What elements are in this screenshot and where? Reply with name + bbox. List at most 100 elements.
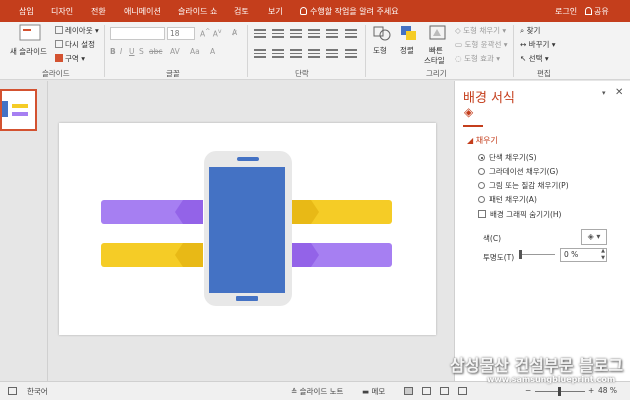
tab-transitions[interactable]: 전환 — [91, 4, 106, 19]
replace-button[interactable]: ↔ 바꾸기 ▾ — [520, 39, 556, 50]
align-left-icon[interactable] — [254, 49, 266, 58]
new-slide-button[interactable]: 새 슬라이드 — [10, 24, 50, 64]
group-label-drawing: 그리기 — [426, 69, 447, 78]
text-direction-icon[interactable] — [345, 29, 357, 38]
zoom-level[interactable]: 48 % — [598, 386, 617, 395]
right-purple-banner[interactable] — [290, 243, 392, 267]
solid-fill-radio[interactable] — [478, 154, 485, 161]
slide-sorter-icon[interactable] — [422, 387, 431, 395]
shape-effects-button[interactable]: ◌ 도형 효과 ▾ — [455, 53, 500, 64]
pane-options-dropdown[interactable]: ▾ — [602, 89, 606, 97]
line-spacing-icon[interactable] — [326, 29, 338, 38]
font-color-button[interactable]: A — [210, 47, 215, 56]
pane-title: 배경 서식 — [463, 91, 515, 106]
numbering-icon[interactable] — [272, 29, 284, 38]
columns-icon[interactable] — [326, 49, 338, 58]
reading-view-icon[interactable] — [440, 387, 449, 395]
shape-outline-button[interactable]: ▭ 도형 윤곽선 ▾ — [455, 39, 508, 50]
share-label: 공유 — [594, 7, 609, 16]
right-yellow-banner[interactable] — [290, 200, 392, 224]
layout-icon — [55, 26, 63, 34]
shape-button[interactable]: 도형 — [370, 24, 394, 66]
slideshow-view-icon[interactable] — [458, 387, 467, 395]
section-button[interactable]: 구역 ▾ — [55, 53, 85, 64]
grow-font-button[interactable]: A^ Av — [200, 28, 222, 39]
pattern-fill-radio[interactable] — [478, 196, 485, 203]
spinner-arrows-icon[interactable]: ▲ ▼ — [601, 248, 605, 262]
color-picker-button[interactable]: ◈ ▾ — [581, 229, 607, 245]
tab-insert[interactable]: 삽입 — [19, 4, 34, 19]
comments-button[interactable]: ▬ 메모 — [362, 386, 385, 397]
zoom-in-button[interactable]: + — [588, 386, 594, 395]
tab-animations[interactable]: 애니메이션 — [124, 4, 161, 19]
format-background-pane: 배경 서식 ▾ ✕ ◈ ◢ 채우기 단색 채우기(S) 그라데이션 채우기(G)… — [454, 81, 630, 381]
normal-view-icon[interactable] — [404, 387, 413, 395]
underline-button[interactable]: U — [129, 47, 135, 56]
slide-thumbnail-1[interactable] — [0, 89, 37, 131]
share-button[interactable]: 공유 — [585, 4, 609, 19]
tab-review[interactable]: 검토 — [234, 4, 249, 19]
tab-view[interactable]: 보기 — [268, 4, 283, 19]
clear-format-button[interactable]: A̷ — [232, 28, 237, 37]
shape-effects-label: 도형 효과 — [463, 54, 494, 63]
hide-graphics-option[interactable]: 배경 그래픽 숨기기(H) — [478, 209, 561, 220]
reset-button[interactable]: 다시 설정 — [55, 39, 95, 50]
slide-canvas[interactable] — [59, 123, 436, 335]
section-label: 구역 — [65, 54, 79, 63]
arrange-button[interactable]: 정렬 — [397, 24, 421, 66]
quick-styles-button[interactable]: 빠른 스타일 — [424, 24, 452, 66]
bold-button[interactable]: B — [110, 47, 116, 56]
italic-button[interactable]: I — [120, 47, 122, 56]
close-icon[interactable]: ✕ — [615, 87, 623, 98]
language-indicator[interactable]: 한국어 — [27, 386, 48, 397]
group-label-font: 글꼴 — [166, 69, 180, 78]
align-right-icon[interactable] — [290, 49, 302, 58]
shape-fill-label: 도형 채우기 — [463, 26, 501, 35]
smartart-icon[interactable] — [345, 49, 357, 58]
fill-section-header[interactable]: ◢ 채우기 — [467, 135, 498, 146]
increase-indent-icon[interactable] — [308, 29, 320, 38]
gradient-fill-label: 그라데이션 채우기(G) — [489, 167, 559, 176]
gradient-fill-option[interactable]: 그라데이션 채우기(G) — [478, 166, 558, 177]
char-spacing-button[interactable]: AV — [170, 47, 180, 56]
decrease-indent-icon[interactable] — [290, 29, 302, 38]
zoom-slider-handle[interactable] — [558, 387, 561, 396]
paint-bucket-icon[interactable]: ◈ — [464, 105, 473, 119]
font-name-box[interactable] — [110, 27, 165, 40]
group-label-slides: 슬라이드 — [42, 69, 70, 78]
login-link[interactable]: 로그인 — [555, 4, 577, 19]
transparency-slider-handle[interactable] — [519, 250, 522, 259]
notes-button[interactable]: ≙ 슬라이드 노트 — [291, 386, 343, 397]
tell-me-text: 수행할 작업을 알려 주세요 — [310, 7, 399, 16]
left-yellow-banner[interactable] — [101, 243, 203, 267]
shape-fill-button[interactable]: ◇ 도형 채우기 ▾ — [455, 25, 506, 36]
transparency-slider[interactable] — [521, 254, 555, 255]
section-icon — [55, 54, 63, 62]
tab-slideshow[interactable]: 슬라이드 쇼 — [178, 4, 217, 19]
strikethrough-button[interactable]: abc — [149, 47, 162, 56]
lightbulb-icon — [300, 7, 307, 15]
gradient-fill-radio[interactable] — [478, 168, 485, 175]
tell-me-box[interactable]: 수행할 작업을 알려 주세요 — [300, 4, 399, 19]
left-purple-banner[interactable] — [101, 200, 203, 224]
smartphone-shape[interactable] — [204, 151, 292, 306]
font-size-box[interactable]: 18 — [167, 27, 195, 40]
transparency-spinner[interactable]: 0 % ▲ ▼ — [560, 248, 607, 262]
select-button[interactable]: ↖ 선택 ▾ — [520, 53, 549, 64]
change-case-button[interactable]: Aa — [190, 47, 200, 56]
find-button[interactable]: ⌕ 찾기 — [520, 25, 540, 36]
ribbon-separator — [247, 25, 248, 77]
tab-design[interactable]: 디자인 — [51, 4, 73, 19]
bullets-icon[interactable] — [254, 29, 266, 38]
justify-icon[interactable] — [308, 49, 320, 58]
shadow-button[interactable]: S — [139, 47, 144, 56]
picture-fill-radio[interactable] — [478, 182, 485, 189]
pattern-fill-option[interactable]: 패턴 채우기(A) — [478, 194, 537, 205]
spellcheck-icon[interactable] — [8, 387, 17, 395]
hide-graphics-checkbox[interactable] — [478, 210, 486, 218]
picture-fill-option[interactable]: 그림 또는 질감 채우기(P) — [478, 180, 569, 191]
zoom-out-button[interactable]: − — [525, 386, 531, 395]
solid-fill-option[interactable]: 단색 채우기(S) — [478, 152, 537, 163]
align-center-icon[interactable] — [272, 49, 284, 58]
layout-button[interactable]: 레이아웃 ▾ — [55, 25, 99, 36]
